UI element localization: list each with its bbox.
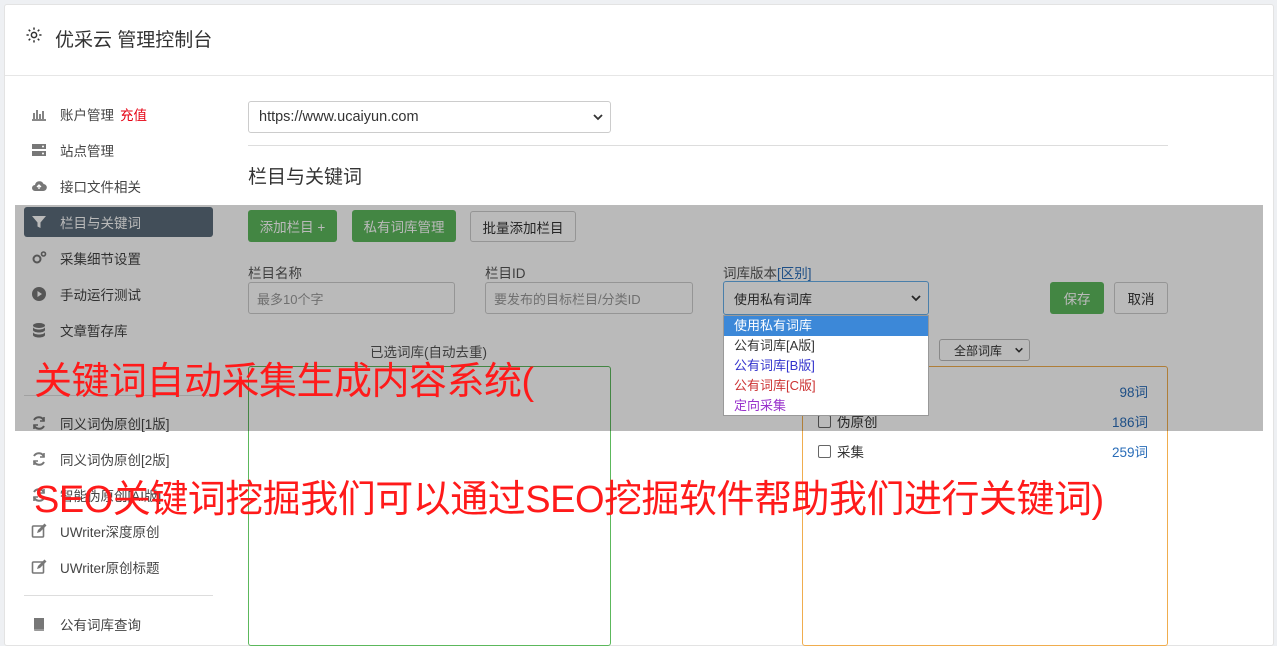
server-icon xyxy=(32,144,46,156)
site-select[interactable]: https://www.ucaiyun.com xyxy=(248,101,611,133)
sidebar-item-label: 账户管理 xyxy=(60,108,114,123)
version-option[interactable]: 公有词库[C版] xyxy=(724,376,928,396)
library-row[interactable]: 采集 259词 xyxy=(818,441,1148,461)
version-option[interactable]: 公有词库[A版] xyxy=(724,336,928,356)
sidebar-item-label: 接口文件相关 xyxy=(60,180,141,195)
sidebar-item-label: 公有词库查询 xyxy=(60,618,141,633)
chevron-down-icon xyxy=(593,114,603,121)
sidebar-divider xyxy=(24,595,213,596)
recharge-link[interactable]: 充值 xyxy=(120,104,147,124)
sidebar-item-label: UWriter深度原创 xyxy=(60,525,160,540)
edit-icon xyxy=(31,559,47,574)
watermark-line-1: 关键词自动采集生成内容系统( xyxy=(34,361,534,403)
library-row-label: 采集 xyxy=(837,445,864,460)
sidebar-item-public-lib[interactable]: 公有词库查询 xyxy=(31,613,141,635)
version-dropdown[interactable]: 使用私有词库 公有词库[A版] 公有词库[B版] 公有词库[C版] 定向采集 xyxy=(723,315,929,416)
sidebar-item-label: UWriter原创标题 xyxy=(60,561,160,576)
cloud-upload-icon xyxy=(32,181,47,192)
site-select-value: https://www.ucaiyun.com xyxy=(259,109,419,125)
version-option[interactable]: 使用私有词库 xyxy=(724,316,928,336)
sidebar-item-uwriter-title[interactable]: UWriter原创标题 xyxy=(31,556,160,578)
sidebar-item-uwriter-deep[interactable]: UWriter深度原创 xyxy=(31,520,160,542)
header: 优采云 管理控制台 xyxy=(5,5,1273,76)
sidebar-item-sites[interactable]: 站点管理 xyxy=(31,139,114,161)
bar-chart-icon xyxy=(32,110,46,121)
sidebar-item-synonym-v2[interactable]: 同义词伪原创[2版] xyxy=(31,448,170,470)
sidebar-item-account[interactable]: 账户管理 充值 xyxy=(31,103,147,125)
refresh-icon xyxy=(33,452,45,466)
library-row-count: 259词 xyxy=(1111,445,1148,460)
sidebar-item-interface[interactable]: 接口文件相关 xyxy=(31,175,141,197)
sidebar-item-label: 站点管理 xyxy=(60,144,114,159)
edit-icon xyxy=(31,523,47,538)
version-option[interactable]: 公有词库[B版] xyxy=(724,356,928,376)
book-icon xyxy=(34,618,44,632)
library-checkbox[interactable] xyxy=(818,444,831,458)
gear-icon xyxy=(26,27,42,43)
watermark-line-2: SEO关键词挖掘我们可以通过SEO挖掘软件帮助我们进行关键词) xyxy=(34,479,1104,521)
sidebar-item-label: 同义词伪原创[2版] xyxy=(60,453,170,468)
page-title: 优采云 管理控制台 xyxy=(55,30,213,51)
section-title: 栏目与关键词 xyxy=(248,167,363,188)
divider xyxy=(248,145,1168,146)
version-option[interactable]: 定向采集 xyxy=(724,396,928,416)
